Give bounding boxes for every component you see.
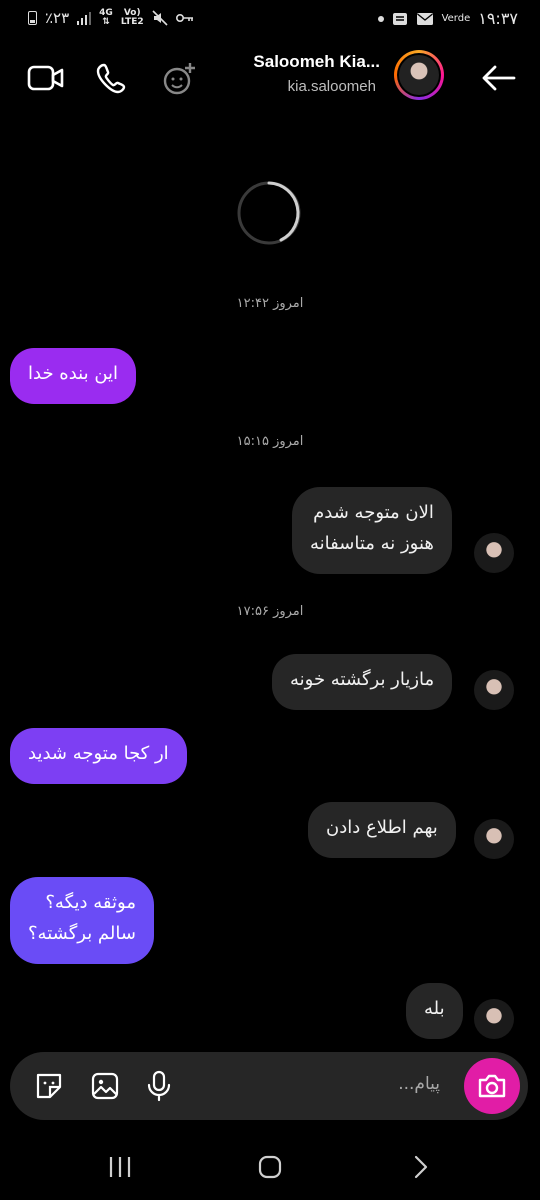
message-bubble-outgoing[interactable]: ار کجا متوجه شدید bbox=[10, 728, 187, 784]
status-right: Verde ۱۹:۳۷ bbox=[377, 9, 518, 28]
sender-avatar[interactable] bbox=[474, 999, 514, 1039]
message-composer: پیام... bbox=[10, 1052, 528, 1120]
recent-apps-button[interactable] bbox=[100, 1152, 140, 1182]
mute-icon bbox=[152, 10, 168, 26]
message-text: مازیار برگشته خونه bbox=[290, 669, 435, 690]
contact-avatar[interactable] bbox=[394, 50, 444, 100]
message-bubble-incoming[interactable]: بهم اطلاع دادن bbox=[308, 802, 456, 858]
sender-avatar[interactable] bbox=[474, 819, 514, 859]
loading-spinner bbox=[237, 181, 301, 245]
contact-username[interactable]: kia.saloomeh bbox=[288, 78, 376, 95]
microphone-button[interactable] bbox=[140, 1067, 178, 1105]
voice-call-button[interactable] bbox=[92, 58, 132, 98]
message-bubble-outgoing[interactable]: این بنده خدا bbox=[10, 348, 137, 404]
message-bubble-incoming[interactable]: الان متوجه شدم هنوز نه متاسفانه bbox=[292, 487, 452, 574]
status-bar: ٪۲۳ 4G ⇅ Vo) LTE2 Verde ۱۹:۳۷ bbox=[0, 0, 540, 36]
message-text: این بنده خدا bbox=[28, 363, 119, 384]
gallery-icon bbox=[91, 1072, 119, 1100]
system-nav-bar bbox=[0, 1134, 540, 1200]
message-text: موثقه دیگه؟ bbox=[45, 892, 136, 913]
video-call-icon bbox=[27, 65, 64, 91]
message-bubble-incoming[interactable]: بله bbox=[406, 983, 463, 1039]
message-text: هنوز نه متاسفانه bbox=[310, 533, 434, 554]
news-icon bbox=[392, 12, 407, 25]
home-icon bbox=[258, 1155, 282, 1179]
notification-dot-icon bbox=[377, 15, 384, 22]
message-text: بهم اطلاع دادن bbox=[326, 817, 438, 838]
network-type: 4G ⇅ bbox=[99, 8, 113, 27]
clock: ۱۹:۳۷ bbox=[478, 9, 518, 28]
microphone-icon bbox=[147, 1070, 171, 1102]
timestamp: امروز ۱۲:۴۲ bbox=[236, 296, 304, 311]
message-input[interactable]: پیام... bbox=[250, 1074, 440, 1094]
video-call-button[interactable] bbox=[26, 58, 66, 98]
message-text: الان متوجه شدم bbox=[313, 502, 434, 523]
mail-icon bbox=[416, 12, 433, 25]
sender-avatar[interactable] bbox=[474, 670, 514, 710]
sticker-icon bbox=[36, 1073, 62, 1099]
message-bubble-incoming[interactable]: مازیار برگشته خونه bbox=[272, 654, 453, 710]
message-text: بله bbox=[424, 998, 445, 1019]
phone-icon bbox=[96, 63, 126, 94]
message-text: ار کجا متوجه شدید bbox=[28, 743, 169, 764]
status-left: ٪۲۳ 4G ⇅ Vo) LTE2 bbox=[28, 9, 194, 27]
home-button[interactable] bbox=[250, 1152, 290, 1182]
sticker-button[interactable] bbox=[30, 1067, 68, 1105]
avatar-photo bbox=[399, 55, 439, 95]
system-back-button[interactable] bbox=[400, 1152, 440, 1182]
add-people-icon bbox=[163, 63, 195, 95]
camera-icon bbox=[478, 1074, 506, 1098]
back-button[interactable] bbox=[478, 58, 518, 98]
volte-indicator: Vo) LTE2 bbox=[120, 8, 144, 27]
signal-icon bbox=[77, 12, 92, 25]
carrier-label: Verde bbox=[441, 13, 471, 24]
message-bubble-outgoing[interactable]: موثقه دیگه؟ سالم برگشته؟ bbox=[10, 877, 154, 964]
recent-apps-icon bbox=[109, 1157, 131, 1177]
battery-level: ٪۲۳ bbox=[45, 9, 70, 27]
contact-name[interactable]: Saloomeh Kia... bbox=[253, 52, 380, 72]
battery-icon bbox=[28, 11, 37, 25]
message-text: سالم برگشته؟ bbox=[28, 923, 136, 944]
gallery-button[interactable] bbox=[86, 1067, 124, 1105]
key-icon bbox=[175, 14, 193, 22]
back-icon bbox=[414, 1155, 428, 1179]
add-people-button[interactable] bbox=[160, 58, 200, 98]
camera-button[interactable] bbox=[464, 1058, 520, 1114]
timestamp: امروز ۱۷:۵۶ bbox=[236, 604, 304, 619]
chat-header: Saloomeh Kia... kia.saloomeh bbox=[0, 40, 540, 112]
sender-avatar[interactable] bbox=[474, 533, 514, 573]
timestamp: امروز ۱۵:۱۵ bbox=[236, 434, 304, 449]
back-arrow-icon bbox=[482, 65, 516, 91]
